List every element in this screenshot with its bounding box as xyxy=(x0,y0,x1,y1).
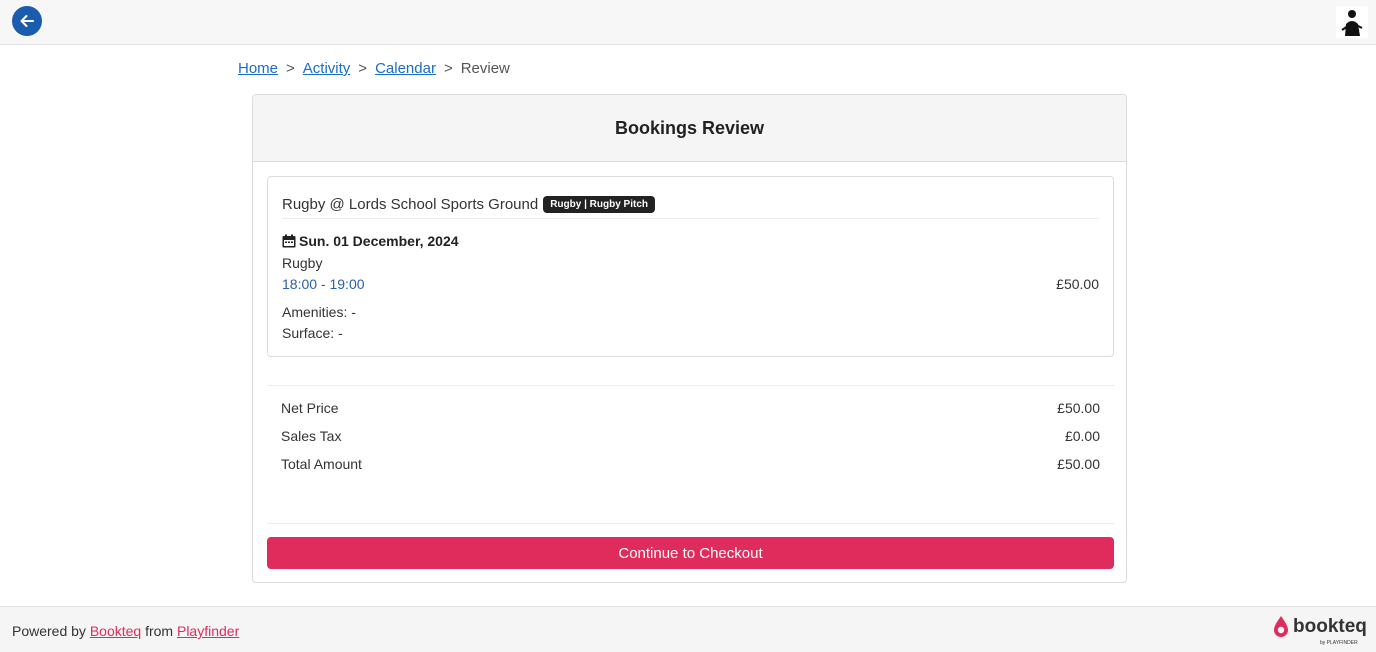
breadcrumb-calendar-link[interactable]: Calendar xyxy=(375,60,436,77)
activity-tag: Rugby | Rugby Pitch xyxy=(543,196,656,213)
divider xyxy=(267,385,1114,386)
from-label: from xyxy=(145,623,174,639)
bookings-review-card: Bookings Review Rugby @ Lords School Spo… xyxy=(252,94,1127,583)
top-bar xyxy=(0,0,1376,45)
bookteq-link[interactable]: Bookteq xyxy=(90,623,141,639)
total-amount-row: Total Amount £50.00 xyxy=(281,456,1100,472)
booking-surface: Surface: - xyxy=(282,325,343,341)
date-row: Sun. 01 December, 2024 xyxy=(282,233,459,249)
total-amount-label: Total Amount xyxy=(281,456,362,472)
breadcrumb-separator: > xyxy=(443,60,453,77)
arrow-left-icon xyxy=(20,15,34,27)
booking-header: Rugby @ Lords School Sports Ground Rugby… xyxy=(282,191,1099,219)
divider xyxy=(267,523,1114,524)
bookteq-logo[interactable]: bookteq by PLAYFINDER xyxy=(1272,615,1367,646)
bookteq-drop-icon xyxy=(1274,616,1288,637)
net-price-value: £50.00 xyxy=(1057,400,1100,416)
net-price-row: Net Price £50.00 xyxy=(281,400,1100,416)
total-amount-value: £50.00 xyxy=(1057,456,1100,472)
sales-tax-row: Sales Tax £0.00 xyxy=(281,428,1100,444)
booking-price: £50.00 xyxy=(1056,276,1099,292)
booking-item: Rugby @ Lords School Sports Ground Rugby… xyxy=(267,176,1114,357)
breadcrumb-current: Review xyxy=(460,60,510,77)
booking-amenities: Amenities: - xyxy=(282,304,356,320)
breadcrumb-home-link[interactable]: Home xyxy=(238,60,278,77)
venue-name: Rugby @ Lords School Sports Ground xyxy=(282,196,539,213)
back-button[interactable] xyxy=(12,6,42,36)
booking-sport: Rugby xyxy=(282,255,323,271)
continue-to-checkout-button[interactable]: Continue to Checkout xyxy=(267,537,1114,569)
breadcrumb-separator: > xyxy=(286,60,295,77)
logo-subtext: by PLAYFINDER xyxy=(1320,640,1358,646)
page-title: Bookings Review xyxy=(614,117,765,138)
footer: Powered by Bookteq from Playfinder bookt… xyxy=(0,606,1376,652)
card-header: Bookings Review xyxy=(253,95,1126,162)
user-avatar-icon[interactable] xyxy=(1336,6,1368,38)
powered-by-label: Powered by xyxy=(12,623,86,639)
net-price-label: Net Price xyxy=(281,400,339,416)
breadcrumb-separator: > xyxy=(358,60,368,77)
logo-text: bookteq xyxy=(1293,616,1367,637)
breadcrumb: Home > Activity > Calendar > Review xyxy=(238,60,510,77)
sales-tax-label: Sales Tax xyxy=(281,428,342,444)
calendar-icon xyxy=(282,234,296,248)
booking-date: Sun. 01 December, 2024 xyxy=(299,233,459,249)
powered-by-text: Powered by Bookteq from Playfinder xyxy=(12,623,239,639)
breadcrumb-activity-link[interactable]: Activity xyxy=(303,60,351,77)
playfinder-link[interactable]: Playfinder xyxy=(177,623,239,639)
sales-tax-value: £0.00 xyxy=(1064,428,1100,444)
booking-time: 18:00 - 19:00 xyxy=(282,276,365,292)
